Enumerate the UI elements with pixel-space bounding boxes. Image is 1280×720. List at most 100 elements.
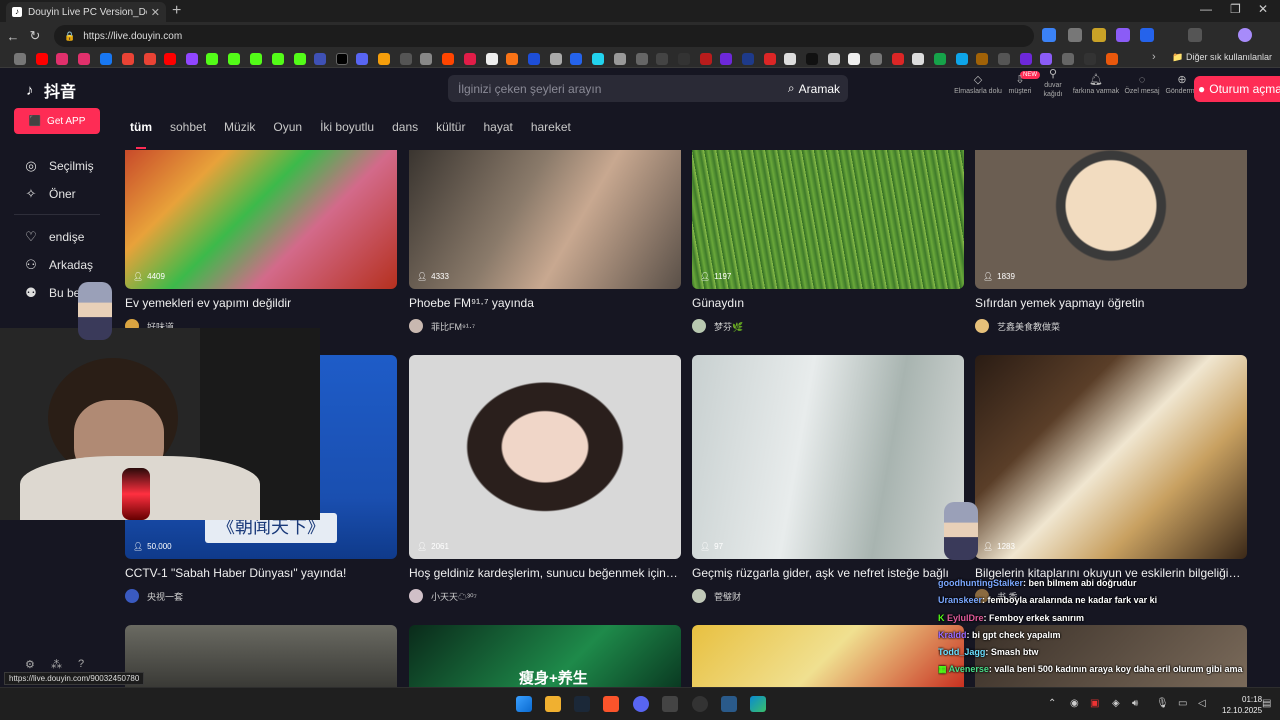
bookmark-icon[interactable] [1040,53,1052,65]
stream-thumbnail[interactable] [125,625,397,687]
tab-chat[interactable]: sohbet [170,120,206,142]
stream-thumbnail[interactable]: 👤︎ 4333 [409,150,681,289]
bookmark-icon[interactable] [164,53,176,65]
stream-thumbnail[interactable]: 👤︎ 2061 [409,355,681,559]
bookmark-icon[interactable] [464,53,476,65]
maximize-icon[interactable]: ❐ [1230,2,1241,16]
chevron-right-icon[interactable]: › [1152,51,1156,63]
tab-culture[interactable]: kültür [436,120,465,142]
speaker-icon[interactable]: ◁ [1198,698,1206,709]
extension-icon[interactable] [1116,28,1130,42]
refresh-icon[interactable]: ↻ [24,28,46,44]
stream-card[interactable]: 👤︎ 97 Geçmiş rüzgarla gider, aşk ve nefre… [692,355,964,603]
file-explorer-icon[interactable] [545,696,561,712]
stream-author[interactable]: 菲比FM⁹¹·⁷ [409,319,681,333]
discord-icon[interactable] [633,696,649,712]
stream-thumbnail[interactable]: 👤︎ 1839 [975,150,1247,289]
bookmark-icon[interactable] [550,53,562,65]
extension-icon[interactable] [1068,28,1082,42]
stream-author[interactable]: 艺鑫美食教做菜 [975,319,1247,333]
help-icon[interactable]: ? [78,658,84,670]
douyin-logo[interactable]: ♪ 抖音 [26,78,76,102]
bookmark-icon[interactable] [592,53,604,65]
back-icon[interactable]: ← [2,29,24,44]
stream-thumbnail[interactable]: 👤︎ 97 [692,355,964,559]
bookmark-icon[interactable] [400,53,412,65]
bookmark-icon[interactable] [656,53,668,65]
close-window-icon[interactable]: ✕ [1258,2,1268,16]
stream-card[interactable]: 👤︎ 1839 Sıfırdan yemek yapmayı öğretin 艺鑫… [975,150,1247,333]
extension-icon[interactable] [1140,28,1154,42]
bookmark-icon[interactable] [378,53,390,65]
bookmark-icon[interactable] [1106,53,1118,65]
new-tab-icon[interactable]: + [172,2,181,20]
login-button[interactable]: ● Oturum açma [1194,76,1280,102]
chevron-up-icon[interactable]: ⌃ [1048,698,1056,709]
bookmark-icon[interactable] [336,53,348,65]
brave-icon[interactable] [603,696,619,712]
extension-icon[interactable] [1042,28,1056,42]
tray-icon[interactable]: ▣ [1090,698,1099,709]
microphone-icon[interactable]: 🎙︎ [1156,698,1169,709]
bookmark-icon[interactable] [828,53,840,65]
url-field[interactable]: 🔒 https://live.douyin.com [54,25,1034,47]
edge-icon[interactable] [750,696,766,712]
tab-dance[interactable]: dans [392,120,418,142]
bookmark-icon[interactable] [892,53,904,65]
settings-icon[interactable]: ⚙ [25,658,35,671]
bookmark-icon[interactable] [848,53,860,65]
sidebar-item-recommend[interactable]: ✧ Öner [22,186,76,202]
stream-thumbnail[interactable] [692,625,964,687]
other-bookmarks-folder[interactable]: 📁 Diğer sık kullanılanlar [1172,52,1272,63]
volume-icon[interactable]: 🔊︎ [1132,698,1138,709]
bookmark-icon[interactable] [314,53,326,65]
bookmark-icon[interactable] [1062,53,1074,65]
app-icon[interactable] [692,696,708,712]
bookmark-icon[interactable] [1020,53,1032,65]
bookmark-icon[interactable] [144,53,156,65]
bookmark-icon[interactable] [442,53,454,65]
bookmark-icon[interactable] [720,53,732,65]
stream-title[interactable]: Hoş geldiniz kardeşlerim, sunucu beğenme… [409,566,681,580]
customer-action[interactable]: ⇩ müşteri [1006,75,1034,96]
tab-2d[interactable]: İki boyutlu [320,120,374,142]
stream-title[interactable]: Ev yemekleri ev yapımı değildir [125,296,397,310]
bookmark-icon[interactable] [506,53,518,65]
bookmark-icon[interactable] [420,53,432,65]
bookmark-icon[interactable] [784,53,796,65]
stream-title[interactable]: Phoebe FM⁹¹·⁷ yayında [409,296,681,310]
sidebar-item-friends[interactable]: ⚇ Arkadaş [22,257,93,273]
bookmark-icon[interactable] [700,53,712,65]
bookmark-icon[interactable] [742,53,754,65]
tab-music[interactable]: Müzik [224,120,255,142]
bookmark-icon[interactable] [356,53,368,65]
extension-icon[interactable] [1092,28,1106,42]
tray-icon[interactable]: ◉ [1070,698,1079,709]
bookmark-icon[interactable] [186,53,198,65]
stream-author[interactable]: 小天天☁³⁰⁷ [409,589,681,603]
tab-all[interactable]: tüm [130,120,152,149]
stream-title[interactable]: Sıfırdan yemek yapmayı öğretin [975,296,1247,310]
bookmark-icon[interactable] [228,53,240,65]
bookmark-icon[interactable] [912,53,924,65]
bookmark-icon[interactable] [206,53,218,65]
stream-thumbnail[interactable]: 👤︎ 1197 [692,150,964,289]
obs-icon[interactable] [662,696,678,712]
stream-author[interactable]: 央视一套 [125,589,397,603]
stream-thumbnail[interactable]: 👤︎ 4409 [125,150,397,289]
diamonds-action[interactable]: ◇ Elmaslarla dolu [954,75,1002,96]
notification-icon[interactable]: ▤ [1262,698,1271,709]
bookmark-icon[interactable] [78,53,90,65]
bookmark-icon[interactable] [250,53,262,65]
tab-life[interactable]: hayat [483,120,512,142]
bookmark-icon[interactable] [36,53,48,65]
sidebar-item-featured[interactable]: ◎ Seçilmiş [22,158,93,174]
steam-icon[interactable] [574,696,590,712]
bookmark-icon[interactable] [56,53,68,65]
stream-thumbnail[interactable]: 瘦身+养生 [409,625,681,687]
browser-tab[interactable]: ♪ Douyin Live PC Version_Douyin L ✕ [6,2,166,22]
notifications-action[interactable]: 🔔︎ farkına varmak [1070,75,1122,96]
bookmark-icon[interactable] [870,53,882,65]
stream-card[interactable]: 👤︎ 4409 Ev yemekleri ev yapımı değildir 好… [125,150,397,333]
tab-game[interactable]: Oyun [273,120,302,142]
